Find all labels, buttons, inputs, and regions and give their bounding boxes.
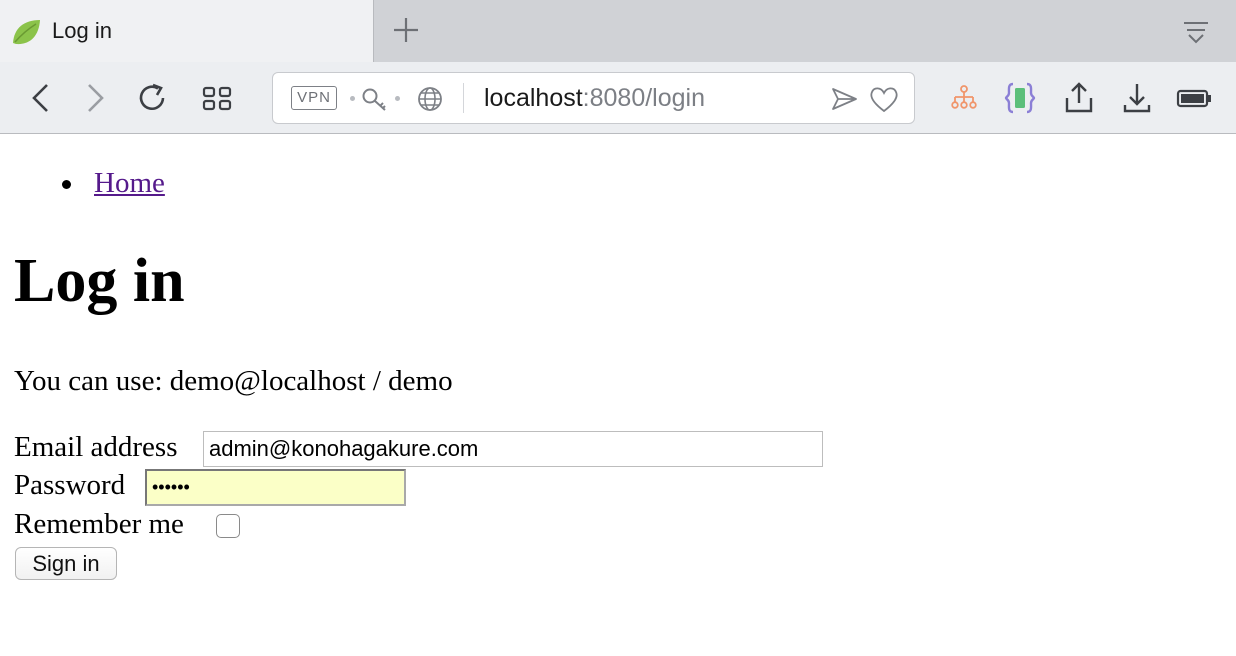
spring-leaf-icon bbox=[13, 20, 40, 45]
remember-me-label: Remember me bbox=[14, 508, 184, 540]
send-icon[interactable] bbox=[829, 84, 859, 114]
url-path: :8080/login bbox=[582, 84, 705, 112]
active-tab[interactable]: Log in bbox=[0, 0, 374, 62]
tab-menu-icon[interactable] bbox=[1180, 16, 1212, 48]
speed-dial-icon[interactable] bbox=[199, 80, 235, 116]
remember-me-checkbox[interactable] bbox=[216, 514, 240, 538]
email-label: Email address bbox=[14, 431, 178, 463]
nav-item-home: Home bbox=[56, 164, 165, 202]
share-icon[interactable] bbox=[1061, 80, 1097, 116]
battery-icon[interactable] bbox=[1176, 80, 1212, 116]
tab-title: Log in bbox=[52, 18, 112, 43]
url-text[interactable]: localhost:8080/login bbox=[484, 84, 705, 113]
key-icon[interactable] bbox=[361, 85, 389, 113]
nav-list: Home bbox=[0, 164, 165, 202]
vpn-badge[interactable]: VPN bbox=[291, 86, 337, 110]
back-icon[interactable] bbox=[24, 80, 60, 116]
address-bar[interactable]: VPN localhost:8080/login bbox=[272, 72, 915, 124]
heart-icon[interactable] bbox=[868, 84, 900, 114]
new-tab-icon[interactable] bbox=[390, 14, 422, 46]
password-field[interactable] bbox=[145, 469, 406, 506]
json-extension-icon[interactable] bbox=[1002, 80, 1038, 116]
email-field[interactable] bbox=[203, 431, 823, 467]
page-title: Log in bbox=[14, 247, 185, 315]
download-icon[interactable] bbox=[1119, 80, 1155, 116]
demo-credentials-hint: You can use: demo@localhost / demo bbox=[14, 365, 453, 397]
url-host: localhost bbox=[484, 84, 583, 112]
reload-icon[interactable] bbox=[134, 80, 170, 116]
password-label: Password bbox=[14, 469, 126, 501]
tab-bar: Log in bbox=[0, 0, 1236, 62]
home-link[interactable]: Home bbox=[94, 167, 165, 199]
sign-in-button[interactable]: Sign in bbox=[15, 547, 117, 580]
sitemap-extension-icon[interactable] bbox=[946, 80, 982, 116]
separator-dot bbox=[395, 96, 400, 101]
separator-dot bbox=[350, 96, 355, 101]
forward-icon[interactable] bbox=[76, 80, 112, 116]
url-divider bbox=[463, 83, 464, 113]
browser-toolbar: VPN localhost:8080/login bbox=[0, 62, 1236, 134]
globe-icon[interactable] bbox=[416, 85, 444, 113]
